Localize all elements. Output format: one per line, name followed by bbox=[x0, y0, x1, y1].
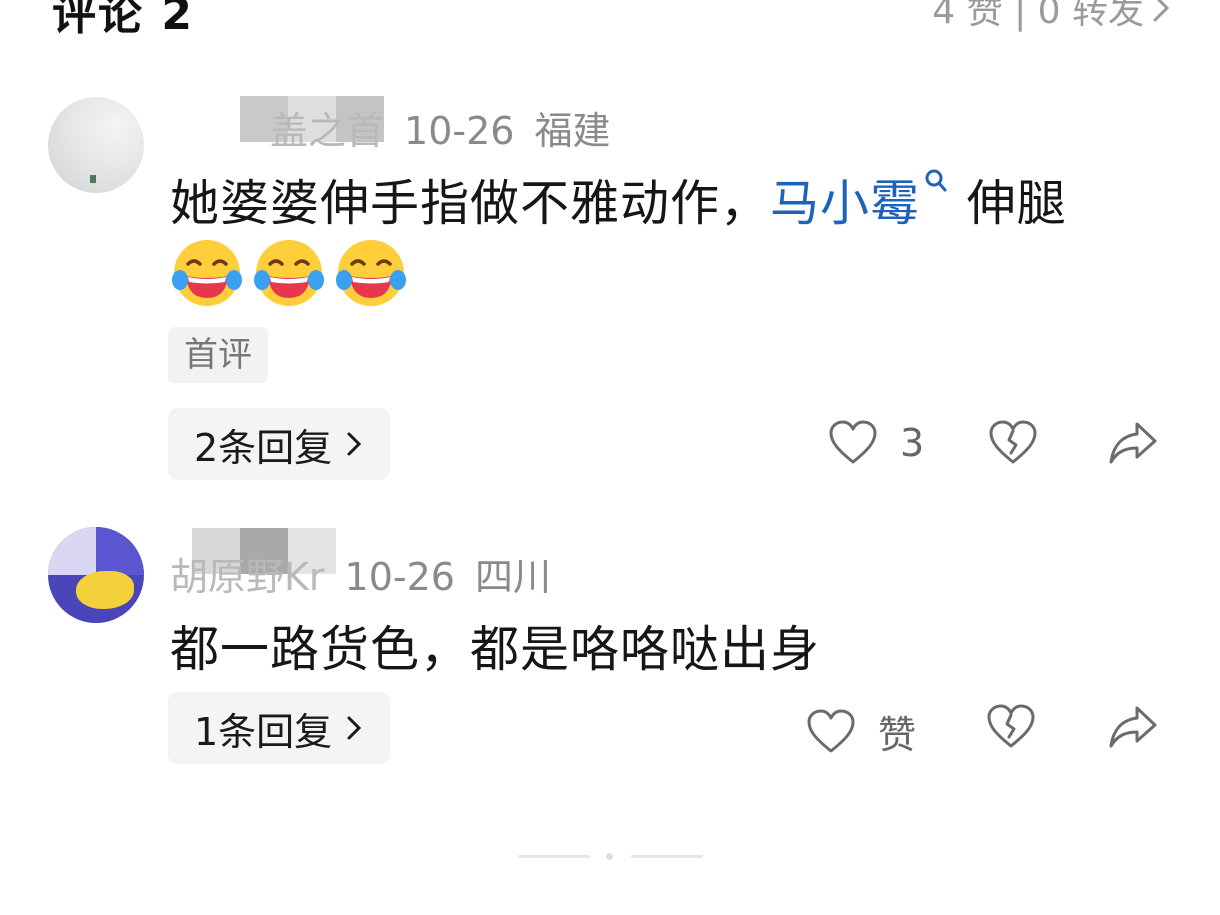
stats-label: 4 赞 | 0 转发 bbox=[932, 0, 1144, 32]
comment-text: 都一路货色，都是咯咯哒出身 bbox=[170, 621, 821, 678]
chevron-right-icon bbox=[1153, 0, 1170, 22]
comment-date: 10-26 bbox=[404, 109, 515, 153]
share-icon bbox=[1109, 706, 1157, 748]
comment-text: 她婆婆伸手指做不雅动作，马小霉 伸腿 bbox=[170, 164, 1067, 235]
like-count: 3 bbox=[900, 421, 925, 465]
search-mention-icon bbox=[925, 169, 947, 192]
comment-location: 福建 bbox=[534, 109, 611, 153]
view-replies-button[interactable]: 2条回复 bbox=[168, 408, 391, 480]
share-button[interactable] bbox=[1108, 704, 1158, 750]
mention-name: 马小霉 bbox=[770, 175, 921, 232]
like-label: 赞 bbox=[878, 713, 917, 757]
like-button[interactable]: 赞 bbox=[806, 704, 916, 759]
avatar-detail bbox=[96, 527, 144, 575]
broken-heart-icon bbox=[987, 704, 1035, 748]
broken-heart-icon bbox=[989, 420, 1037, 464]
chevron-right-icon bbox=[347, 716, 362, 740]
comment-text-before: 她婆婆伸手指做不雅动作， bbox=[170, 175, 771, 232]
laughing-tears-emoji-icon bbox=[172, 240, 242, 306]
replies-label: 2条回复 bbox=[194, 425, 333, 470]
indicator-dot bbox=[606, 853, 613, 860]
loading-indicator bbox=[0, 852, 1220, 862]
avatar[interactable] bbox=[48, 527, 144, 623]
comment-meta: 盖之首 10-26 福建 bbox=[270, 100, 610, 155]
replies-label: 1条回复 bbox=[194, 709, 333, 754]
share-icon bbox=[1109, 422, 1157, 464]
comment-location: 四川 bbox=[474, 555, 551, 599]
like-button[interactable]: 3 bbox=[828, 420, 924, 466]
username[interactable]: 胡原野Kr bbox=[170, 555, 325, 599]
chevron-right-icon bbox=[347, 432, 362, 456]
avatar-detail bbox=[48, 527, 96, 575]
heart-icon bbox=[807, 709, 855, 752]
avatar-detail bbox=[90, 175, 96, 183]
comments-header-stats[interactable]: 4 赞 | 0 转发 bbox=[932, 0, 1172, 34]
laughing-tears-emoji-icon bbox=[336, 240, 406, 306]
heart-icon bbox=[829, 420, 877, 464]
comment-text-after: 伸腿 bbox=[966, 175, 1067, 232]
avatar-detail bbox=[76, 571, 134, 609]
username[interactable]: 盖之首 bbox=[270, 109, 384, 153]
comments-header-title: 评论 2 bbox=[52, 0, 194, 40]
comment-meta: 胡原野Kr 10-26 四川 bbox=[170, 546, 551, 601]
first-comment-badge: 首评 bbox=[168, 327, 268, 383]
view-replies-button[interactable]: 1条回复 bbox=[168, 692, 391, 764]
dislike-button[interactable] bbox=[986, 704, 1036, 750]
indicator-line bbox=[631, 855, 703, 858]
emoji-row bbox=[170, 236, 408, 310]
user-mention-link[interactable]: 马小霉 bbox=[770, 169, 950, 232]
share-button[interactable] bbox=[1108, 420, 1158, 466]
comment-date: 10-26 bbox=[344, 555, 455, 599]
laughing-tears-emoji-icon bbox=[254, 240, 324, 306]
avatar[interactable] bbox=[48, 97, 144, 193]
indicator-line bbox=[518, 855, 590, 858]
dislike-button[interactable] bbox=[988, 420, 1038, 466]
